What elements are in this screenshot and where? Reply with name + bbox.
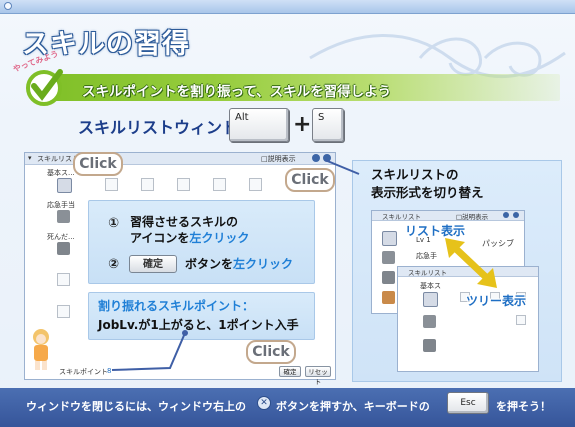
skill-slot (141, 178, 154, 191)
footer-text-mid: ボタンを押すか、キーボードの (276, 400, 430, 413)
skill-window-header: ▾ スキルリスト □説明表示 (25, 153, 335, 165)
step1-line1: 習得させるスキルの (130, 215, 239, 229)
mini-skill-icon (382, 251, 395, 264)
skill-name-2: 応急手当 (47, 201, 75, 209)
mini-tree-skill: 基本ス (420, 282, 441, 290)
mini-list-desc: □説明表示 (456, 213, 489, 221)
tree-view-label: ツリー表示 (466, 294, 527, 308)
step2-number: ② (108, 257, 120, 272)
window-titlebar (0, 0, 575, 14)
character-sprite (33, 329, 49, 370)
mini-tree-icon (423, 339, 436, 352)
alt-key: Alt (229, 108, 289, 142)
skill-icon-play-dead[interactable] (57, 242, 70, 255)
mini-list-header: スキルリスト □説明表示 (372, 211, 524, 221)
skill-window-icon: ▾ (28, 154, 32, 162)
mini-skill-name: 応急手 (416, 252, 437, 260)
click-callout-confirm: Click (246, 340, 296, 364)
skill-icon-basic[interactable] (57, 178, 72, 193)
skill-slot (249, 178, 262, 191)
confirm-button[interactable]: 確定 (129, 255, 177, 273)
step2-text: ボタンを左クリック (185, 257, 294, 271)
callout-pointer (324, 159, 360, 175)
mini-tree-icon (423, 292, 438, 307)
footer-text-pre: ウィンドウを閉じるには、ウィンドウ右上の (26, 400, 246, 413)
mini-view-toggle-icon[interactable] (503, 212, 509, 218)
footer-text-post: を押そう！ (496, 400, 551, 413)
step1-number: ① (108, 216, 120, 231)
step1-line2: アイコンを左クリック (130, 231, 250, 245)
description-toggle[interactable]: □説明表示 (261, 154, 296, 164)
list-view-label: リスト表示 (405, 224, 466, 238)
connector-line (111, 330, 188, 371)
mini-skill-icon (382, 271, 395, 284)
skill-slot (57, 273, 70, 286)
esc-key: Esc (447, 392, 489, 414)
window-menu-icon[interactable] (4, 2, 12, 10)
mini-list-title: スキルリスト (382, 213, 421, 221)
mini-skill-icon (382, 291, 395, 304)
skill-name-3: 死んだ... (47, 233, 75, 241)
reset-button[interactable]: リセット (305, 366, 331, 386)
tutorial-screen: スキルの習得 やってみよう スキルポイントを割り振って、スキルを習得しよう スキ… (0, 0, 575, 427)
skill-slot (213, 178, 226, 191)
mini-close-icon[interactable] (513, 212, 519, 218)
points-info-heading: 割り振れるスキルポイント： (98, 299, 255, 313)
skill-slot (105, 178, 118, 191)
skill-slot (57, 305, 70, 318)
view-toggle-icon[interactable] (312, 154, 320, 162)
mini-skill-icon (382, 231, 397, 246)
mini-tree-title: スキルリスト (408, 269, 447, 277)
skill-icon-first-aid[interactable] (57, 210, 70, 223)
checkmark-icon (26, 69, 63, 106)
plus-sign: + (293, 112, 312, 137)
confirm-button-small[interactable]: 確定 (279, 366, 301, 377)
mini-tree-slot (516, 315, 526, 325)
view-format-title: スキルリストの 表示形式を切り替え (371, 167, 484, 200)
click-callout-icon: Click (73, 152, 123, 176)
skill-name-1: 基本ス... (47, 169, 75, 177)
s-key: S (312, 108, 344, 142)
mini-tree-icon (423, 315, 436, 328)
switch-arrow-icon (445, 238, 497, 288)
banner-text: スキルポイントを割り振って、スキルを習得しよう (82, 84, 392, 100)
skill-slot (177, 178, 190, 191)
close-button-icon: ✕ (257, 396, 271, 410)
